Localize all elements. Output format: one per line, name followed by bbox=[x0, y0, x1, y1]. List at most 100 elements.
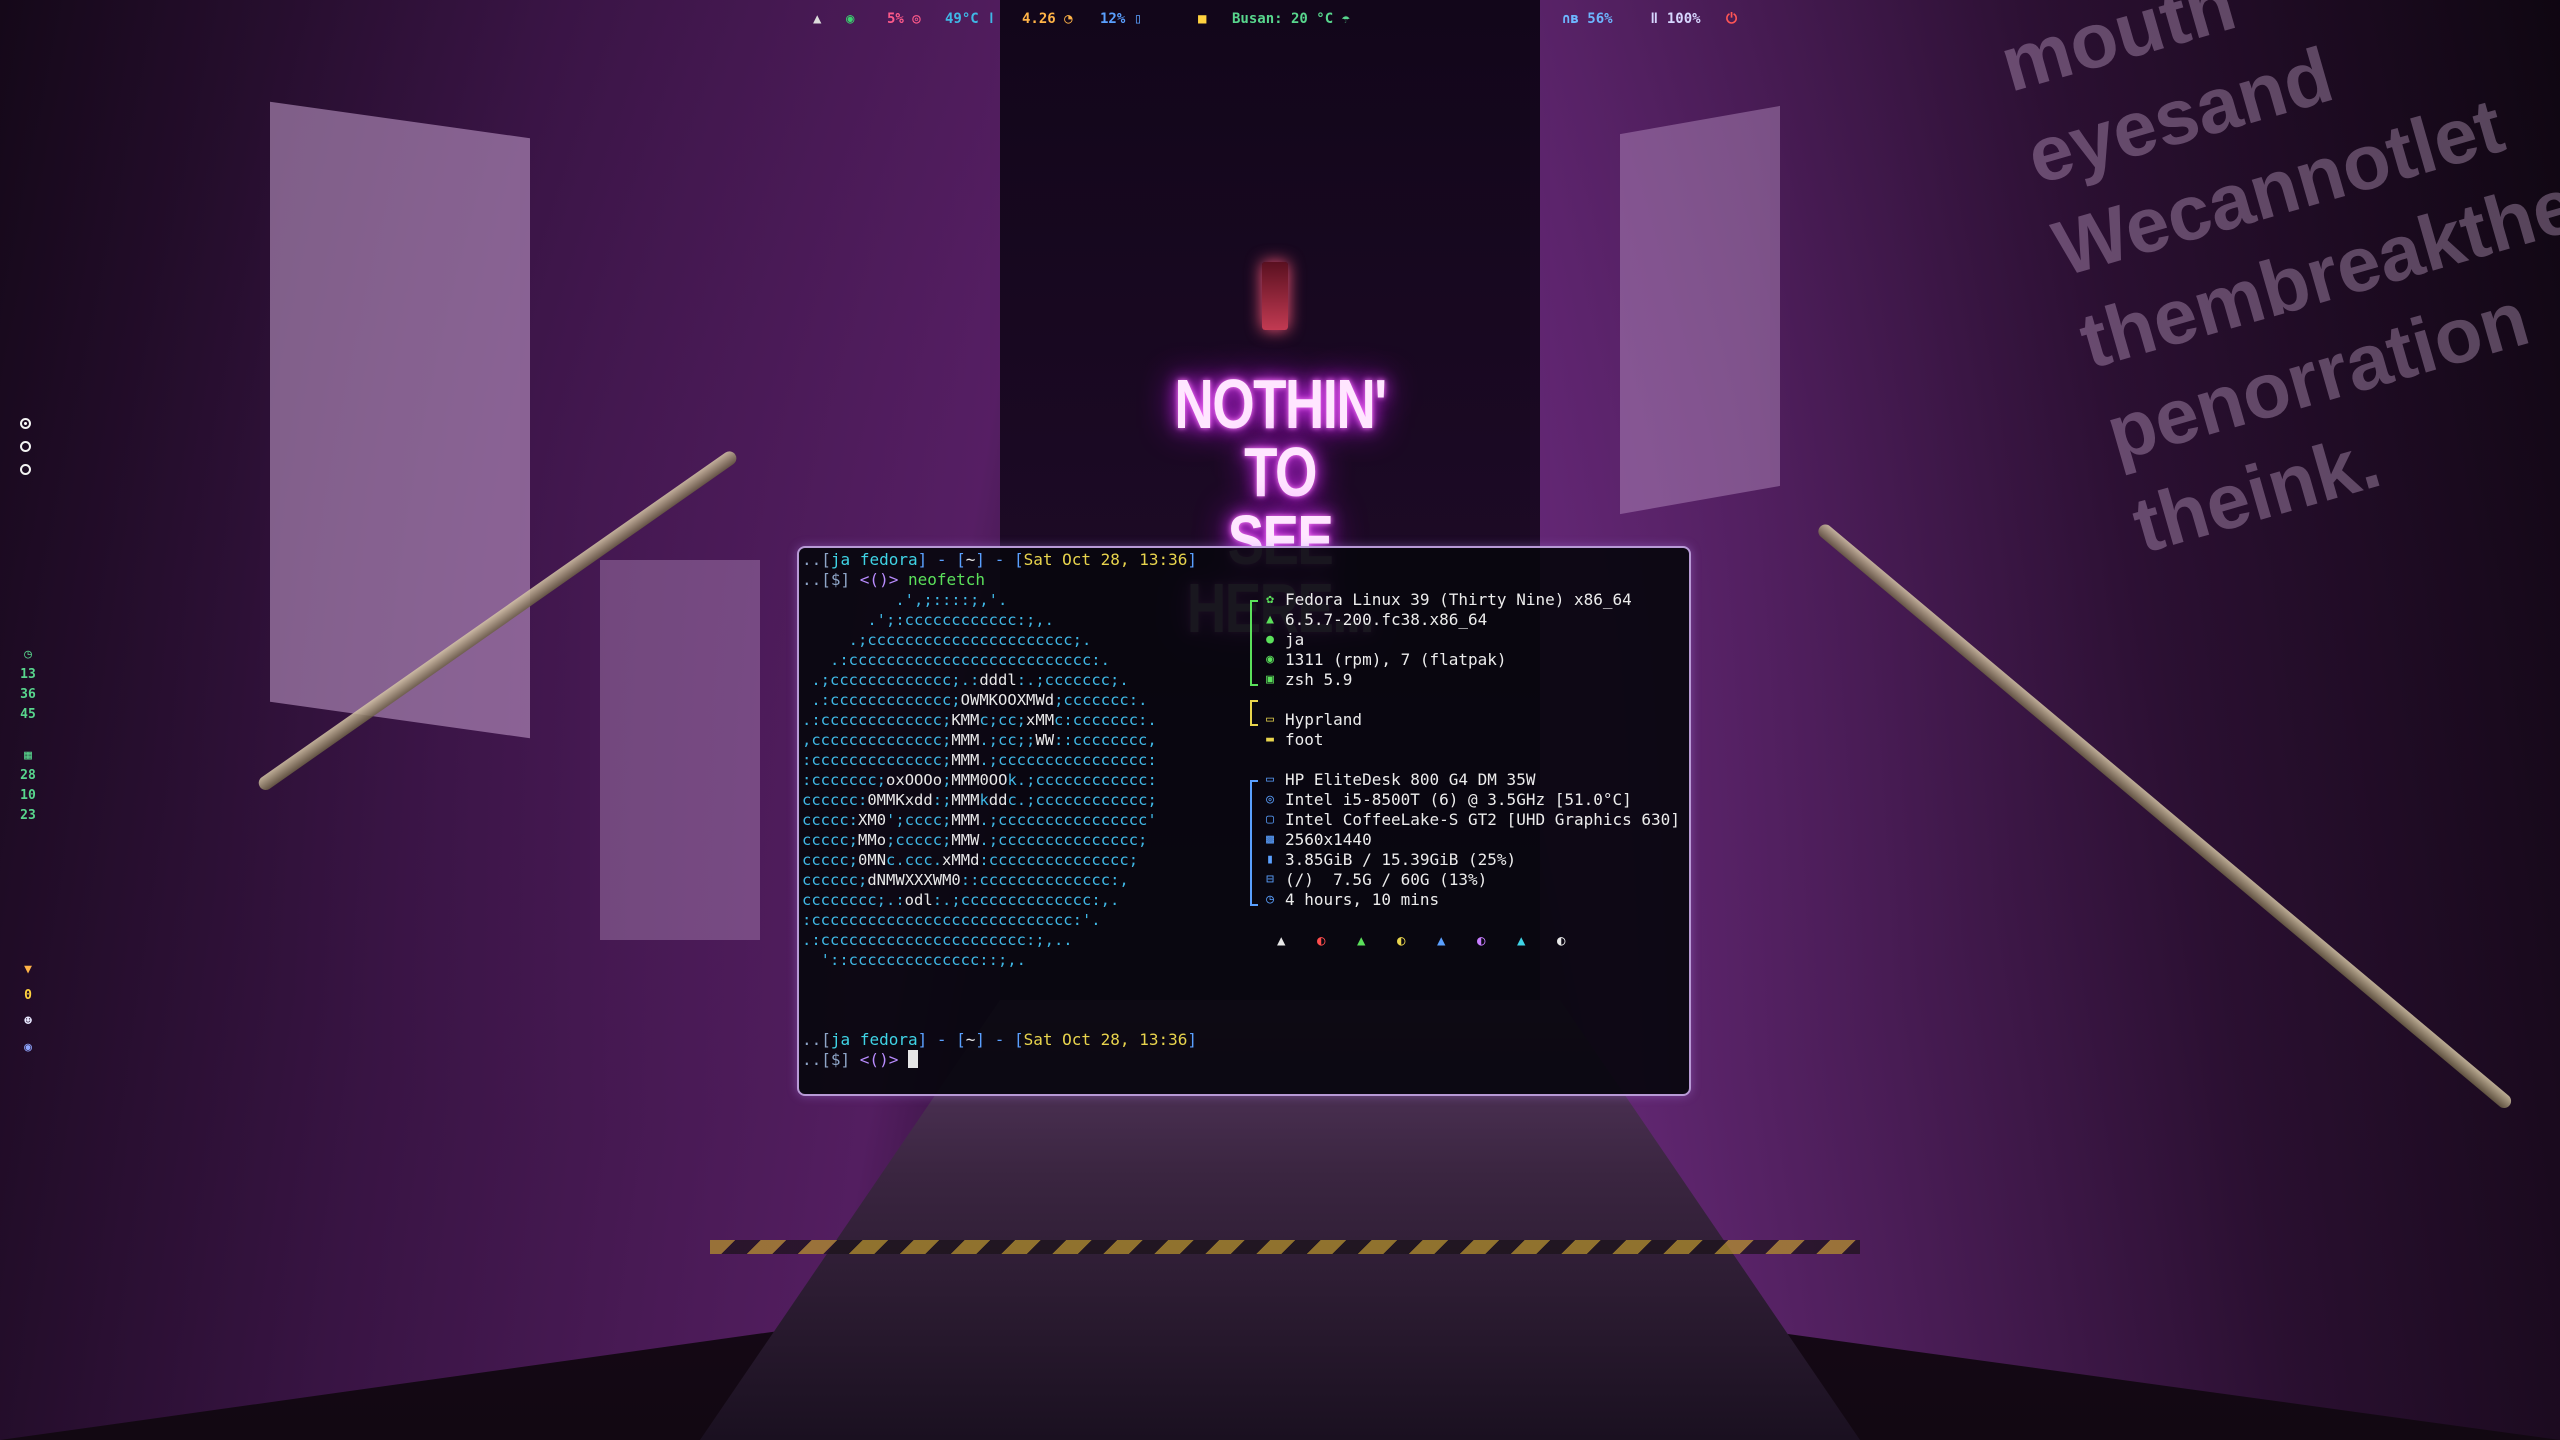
discord-icon[interactable]: ☻ bbox=[14, 1014, 42, 1029]
color-block-icon: ◐ bbox=[1557, 933, 1566, 949]
prompt-prefix: ..[ bbox=[802, 550, 831, 569]
prompt-directory: ~ bbox=[965, 550, 976, 569]
gpu-icon: ▢ bbox=[1266, 812, 1274, 827]
info-value: Fedora Linux 39 (Thirty Nine) x86_64 bbox=[1285, 590, 1632, 609]
fedora-icon: ✿ bbox=[1266, 592, 1274, 607]
terminal-window-foot[interactable]: ..[ja fedora] - [~] - [Sat Oct 28, 13:36… bbox=[797, 546, 1691, 1096]
workspace-1-button[interactable] bbox=[20, 418, 31, 429]
fedora-icon[interactable]: ▲ bbox=[813, 11, 821, 27]
info-terminal: ▬ foot bbox=[1249, 730, 1680, 750]
color-block-icon: ◐ bbox=[1397, 933, 1406, 949]
info-wm: ▭ Hyprland bbox=[1249, 710, 1680, 730]
cpu-temperature[interactable]: 49°C ǀ bbox=[945, 11, 996, 27]
info-uptime: ◷ 4 hours, 10 mins bbox=[1249, 890, 1680, 910]
wallpaper-poster-left-2 bbox=[600, 560, 760, 940]
info-value: 3.85GiB / 15.39GiB (25%) bbox=[1285, 850, 1517, 869]
wallpaper-lamp bbox=[1262, 262, 1288, 330]
notification-icon[interactable]: ▼ bbox=[14, 962, 42, 977]
info-memory: ▮ 3.85GiB / 15.39GiB (25%) bbox=[1249, 850, 1680, 870]
date-day: 28 bbox=[20, 768, 36, 783]
user-icon: ● bbox=[1266, 632, 1274, 647]
disk-usage-value: 12% bbox=[1100, 11, 1126, 27]
window-manager-icon: ▭ bbox=[1266, 712, 1274, 727]
prompt-separator: ] - [ bbox=[917, 1030, 966, 1049]
info-value: 2560x1440 bbox=[1285, 830, 1372, 849]
temperature-value: 49°C bbox=[945, 11, 979, 27]
gauge-icon: ◔ bbox=[1064, 11, 1073, 27]
neofetch-ascii-logo: .',;::::;,'. .';:cccccccccccc:;,. .;cccc… bbox=[802, 590, 1157, 970]
info-value: foot bbox=[1285, 730, 1324, 749]
terminal-cursor bbox=[907, 1050, 918, 1068]
power-icon[interactable]: ⏻ bbox=[1726, 11, 1737, 27]
workspace-2-button[interactable] bbox=[20, 441, 31, 452]
uptime-icon: ◷ bbox=[1266, 892, 1274, 907]
audio-output[interactable]: ∩ʙ 56% bbox=[1562, 11, 1613, 27]
neofetch-info: ✿ Fedora Linux 39 (Thirty Nine) x86_64 ▲ 6… bbox=[1249, 590, 1680, 910]
lock-icon[interactable]: ■ bbox=[1198, 11, 1206, 27]
ascii-logo-line: .:cccccccccccccccccccccc:;,.. bbox=[802, 931, 1073, 949]
prompt-line-2: ..[ja fedora] - [~] - [Sat Oct 28, 13:36… bbox=[802, 1030, 1197, 1050]
prompt-symbol: <()> bbox=[859, 1050, 899, 1069]
wallpaper-poster-left bbox=[270, 101, 530, 739]
disk-usage[interactable]: 12% ▯ bbox=[1100, 11, 1142, 27]
info-resolution: ▩ 2560x1440 bbox=[1249, 830, 1680, 850]
prompt-directory: ~ bbox=[965, 1030, 976, 1049]
calendar-icon[interactable]: ▦ bbox=[14, 748, 42, 763]
memory-icon: ▮ bbox=[1266, 852, 1274, 867]
command-line-2[interactable]: ..[$] <()> bbox=[802, 1050, 918, 1070]
weather-widget[interactable]: Busan: 20 °C ☂ bbox=[1232, 11, 1350, 27]
wallpaper-poster-right bbox=[1620, 105, 1780, 515]
clock-hours: 13 bbox=[20, 667, 36, 682]
prompt-dollar: ..[$] bbox=[802, 1050, 860, 1069]
prompt-symbol: <()> bbox=[859, 570, 899, 589]
computer-icon: ▭ bbox=[1266, 772, 1274, 787]
cpu-usage[interactable]: 5% ◎ bbox=[887, 11, 921, 27]
ascii-logo-line: :ccccccc;oxOOOo;MMM0OOk.;cccccccccccc: bbox=[802, 771, 1157, 789]
weather-icon: ☂ bbox=[1341, 11, 1351, 27]
info-value: (/) 7.5G / 60G (13%) bbox=[1285, 870, 1488, 889]
color-block-icon: ◐ bbox=[1317, 933, 1326, 949]
info-packages: ◉ 1311 (rpm), 7 (flatpak) bbox=[1249, 650, 1680, 670]
info-value: Intel CoffeeLake-S GT2 [UHD Graphics 630… bbox=[1285, 810, 1680, 829]
ascii-logo-line: :cccccccccccccccccccccccccccc:'. bbox=[802, 911, 1101, 929]
settings-icon[interactable]: ◉ bbox=[14, 1040, 42, 1055]
info-host: ▭ HP EliteDesk 800 G4 DM 35W bbox=[1249, 770, 1680, 790]
ascii-logo-line: .;ccccccccccccc;.:dddl:.;ccccccc;. bbox=[802, 671, 1129, 689]
thermometer-icon: ǀ bbox=[987, 11, 996, 27]
ascii-logo-line: .:cccccccccccccccccccccccccc:. bbox=[802, 651, 1110, 669]
headphones-bluetooth-icon: ∩ʙ bbox=[1562, 11, 1579, 27]
system-load[interactable]: 4.26 ◔ bbox=[1022, 11, 1073, 27]
info-value: 1311 (rpm), 7 (flatpak) bbox=[1285, 650, 1507, 669]
clock-icon: ◷ bbox=[24, 647, 32, 662]
microphone-icon: ǁ bbox=[1650, 11, 1659, 27]
color-block-icon: ▲ bbox=[1277, 933, 1286, 949]
ascii-logo-line: ccccc:XM0';cccc;MMM.;cccccccccccccccc' bbox=[802, 811, 1157, 829]
microphone-widget[interactable]: ǁ 100% bbox=[1650, 11, 1701, 27]
shell-icon: ▣ bbox=[1266, 672, 1274, 687]
color-block-icon: ◐ bbox=[1477, 933, 1486, 949]
info-user: ● ja bbox=[1249, 630, 1680, 650]
info-value: 4 hours, 10 mins bbox=[1285, 890, 1440, 909]
volume-value: 56% bbox=[1587, 11, 1613, 27]
prompt-suffix: ] bbox=[1187, 550, 1197, 569]
date-year: 23 bbox=[20, 808, 36, 823]
info-kernel: ▲ 6.5.7-200.fc38.x86_64 bbox=[1249, 610, 1680, 630]
info-value: Hyprland bbox=[1285, 710, 1363, 729]
prompt-separator: ] - [ bbox=[975, 550, 1024, 569]
ascii-logo-line: cccccc;dNMWXXXWM0::cccccccccccccc:, bbox=[802, 871, 1129, 889]
clock-minutes: 36 bbox=[20, 687, 36, 702]
cpu-icon: ◎ bbox=[912, 11, 921, 27]
ascii-logo-line: .;cccccccccccccccccccccc;. bbox=[802, 631, 1092, 649]
eye-icon[interactable]: ◉ bbox=[846, 11, 854, 27]
notification-count: 0 bbox=[24, 988, 32, 1003]
ascii-logo-line: '::cccccccccccccc::;,. bbox=[802, 951, 1026, 969]
prompt-separator: ] - [ bbox=[917, 550, 966, 569]
prompt-datetime: Sat Oct 28, 13:36 bbox=[1023, 1030, 1188, 1049]
info-value: zsh 5.9 bbox=[1285, 670, 1353, 689]
prompt-prefix: ..[ bbox=[802, 1030, 831, 1049]
info-value: 6.5.7-200.fc38.x86_64 bbox=[1285, 610, 1488, 629]
display-icon: ▩ bbox=[1266, 832, 1274, 847]
workspace-3-button[interactable] bbox=[20, 464, 31, 475]
neofetch-color-blocks: ▲ ◐ ▲ ◐ ▲ ◐ ▲ ◐ bbox=[1277, 930, 1597, 951]
neon-sign-line-1: NOTHIN' TO bbox=[1174, 365, 1387, 511]
